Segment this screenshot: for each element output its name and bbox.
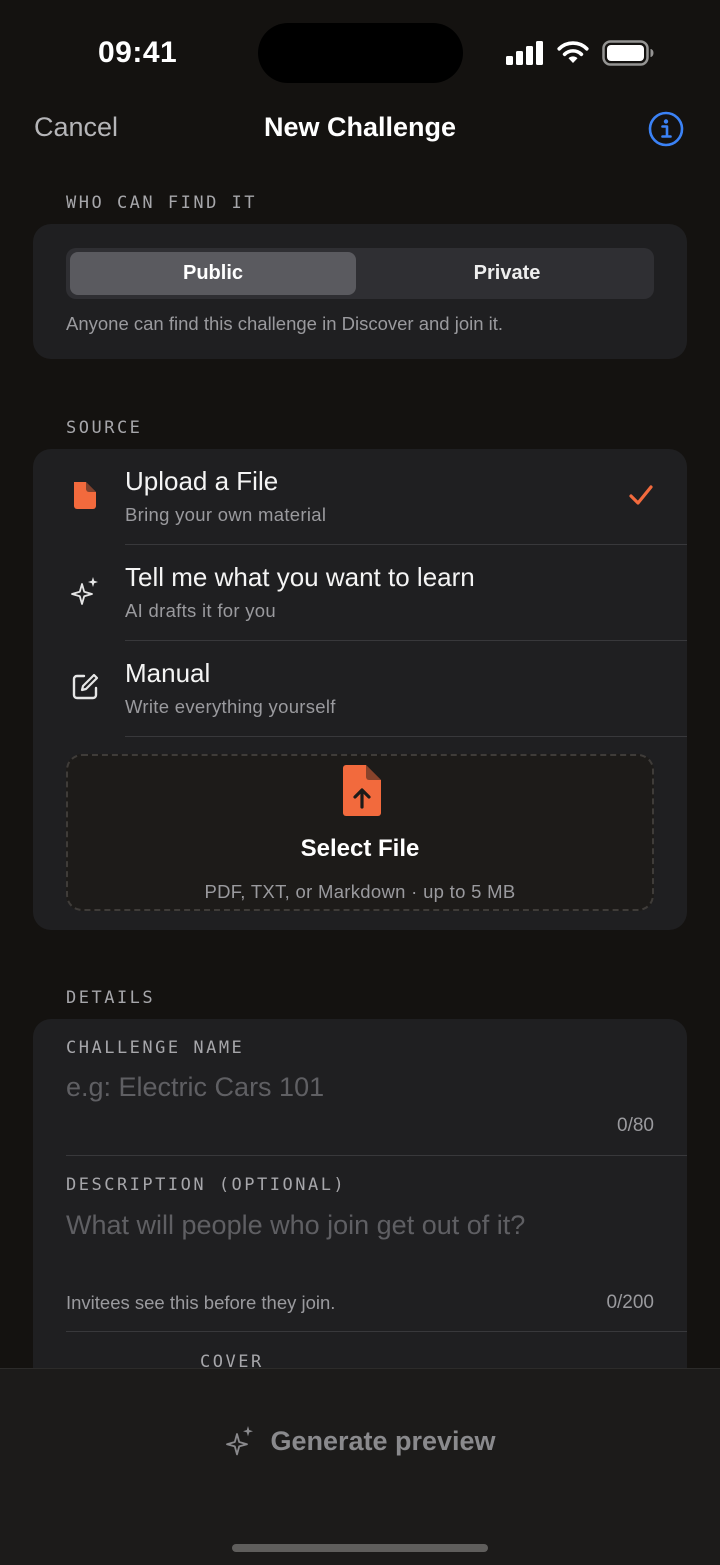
- source-option-subtitle: Bring your own material: [125, 504, 327, 525]
- status-bar: 09:41: [0, 0, 720, 100]
- info-button[interactable]: [648, 111, 684, 147]
- cellular-signal-icon: [506, 41, 543, 65]
- edit-icon: [72, 673, 99, 700]
- divider: [66, 1331, 687, 1332]
- divider: [125, 736, 687, 737]
- source-section-label: SOURCE: [66, 418, 143, 438]
- source-option-title: Tell me what you want to learn: [125, 562, 475, 592]
- select-file-title: Select File: [300, 835, 420, 862]
- file-upload-icon: [343, 765, 381, 816]
- description-hint: Invitees see this before they join.: [66, 1292, 336, 1313]
- select-file-dropzone[interactable]: Select File PDF, TXT, or Markdown · up t…: [66, 754, 654, 911]
- generate-preview-label: Generate preview: [270, 1425, 496, 1456]
- document-icon: [74, 482, 96, 509]
- visibility-segmented-control: Public Private: [66, 248, 654, 299]
- source-option-title: Manual: [125, 658, 211, 688]
- wifi-icon: [557, 41, 589, 63]
- source-option-subtitle: Write everything yourself: [125, 696, 336, 717]
- challenge-name-label: CHALLENGE NAME: [66, 1038, 245, 1058]
- source-option-manual[interactable]: Manual Write everything yourself: [33, 641, 687, 737]
- description-label: DESCRIPTION (OPTIONAL): [66, 1175, 347, 1195]
- segment-public[interactable]: Public: [70, 252, 356, 295]
- source-option-ai[interactable]: Tell me what you want to learn AI drafts…: [33, 545, 687, 641]
- status-time: 09:41: [98, 36, 178, 69]
- select-file-subtitle: PDF, TXT, or Markdown · up to 5 MB: [204, 881, 516, 902]
- challenge-name-counter: 0/80: [617, 1115, 654, 1136]
- source-option-upload[interactable]: Upload a File Bring your own material: [33, 449, 687, 545]
- details-card: CHALLENGE NAME 0/80 DESCRIPTION (OPTIONA…: [33, 1019, 687, 1419]
- bottom-action-bar: Generate preview: [0, 1368, 720, 1565]
- description-counter: 0/200: [606, 1292, 654, 1313]
- details-section-label: DETAILS: [66, 988, 156, 1008]
- info-circle-icon: [648, 111, 684, 147]
- visibility-card: Public Private Anyone can find this chal…: [33, 224, 687, 359]
- source-card: Upload a File Bring your own material Te…: [33, 449, 687, 930]
- sparkles-icon: [71, 577, 98, 605]
- status-icons: [506, 40, 654, 66]
- home-indicator[interactable]: [232, 1544, 488, 1552]
- source-option-subtitle: AI drafts it for you: [125, 600, 276, 621]
- battery-icon: [602, 40, 654, 66]
- visibility-hint: Anyone can find this challenge in Discov…: [66, 313, 504, 334]
- description-input[interactable]: [66, 1207, 626, 1243]
- nav-bar: New Challenge Cancel: [0, 108, 720, 152]
- checkmark-icon: [629, 485, 653, 505]
- sparkles-icon: [226, 1426, 254, 1456]
- segment-private[interactable]: Private: [364, 252, 650, 295]
- visibility-section-label: WHO CAN FIND IT: [66, 193, 258, 213]
- generate-preview-button[interactable]: Generate preview: [0, 1419, 720, 1463]
- source-option-title: Upload a File: [125, 466, 279, 496]
- challenge-name-input[interactable]: [66, 1069, 626, 1105]
- divider: [66, 1155, 687, 1156]
- cancel-button[interactable]: Cancel: [34, 112, 118, 143]
- dynamic-island: [258, 23, 463, 83]
